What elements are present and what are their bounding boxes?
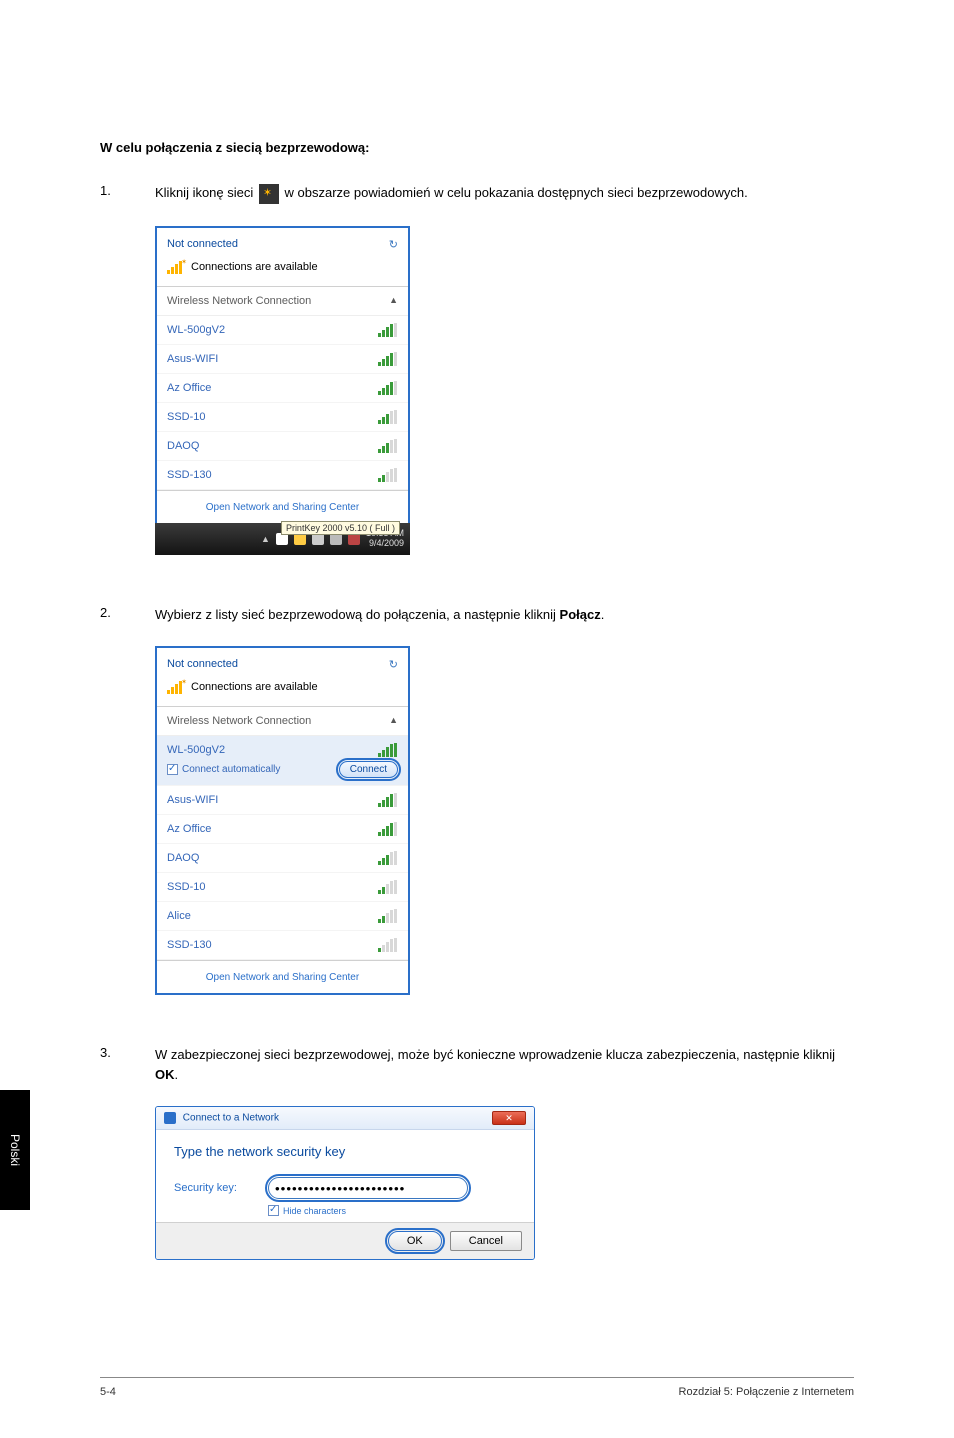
page-footer: 5-4 Rozdział 5: Połączenie z Internetem <box>100 1377 854 1398</box>
open-network-center-link[interactable]: Open Network and Sharing Center <box>206 972 359 983</box>
tray-chevron-icon[interactable]: ▲ <box>261 534 270 544</box>
network-flyout-2: Not connected ↻ Connections are availabl… <box>155 646 410 995</box>
step-text-before: W zabezpieczonej sieci bezprzewodowej, m… <box>155 1047 835 1062</box>
signal-icon <box>378 822 398 836</box>
connections-available-label: Connections are available <box>191 681 318 693</box>
signal-icon <box>378 851 398 865</box>
step-2: 2. Wybierz z listy sieć bezprzewodową do… <box>100 605 854 625</box>
network-tray-icon <box>259 184 279 204</box>
wireless-list-header[interactable]: Wireless Network Connection ▲ <box>157 287 408 316</box>
open-network-center-link[interactable]: Open Network and Sharing Center <box>206 502 359 513</box>
step-text-bold: Połącz <box>560 607 601 622</box>
security-key-dialog: Connect to a Network ✕ Type the network … <box>155 1106 535 1260</box>
network-item[interactable]: SSD-130 <box>157 461 408 490</box>
step-number: 3. <box>100 1045 155 1084</box>
network-item[interactable]: Az Office <box>157 815 408 844</box>
network-item[interactable]: WL-500gV2 <box>157 316 408 345</box>
signal-bars-icon <box>167 680 185 694</box>
flyout-title: Not connected <box>167 658 398 670</box>
step-text-after: . <box>601 607 605 622</box>
refresh-icon[interactable]: ↻ <box>389 658 398 671</box>
chevron-up-icon: ▲ <box>389 715 398 725</box>
ok-button[interactable]: OK <box>388 1231 442 1251</box>
step-text-before: Kliknij ikonę sieci <box>155 185 257 200</box>
connections-available-label: Connections are available <box>191 261 318 273</box>
network-item[interactable]: DAOQ <box>157 844 408 873</box>
cancel-button[interactable]: Cancel <box>450 1231 522 1251</box>
step-number: 2. <box>100 605 155 625</box>
signal-bars-icon <box>167 260 185 274</box>
network-item-selected[interactable]: WL-500gV2 Connect automatically Connect <box>157 736 408 786</box>
network-item[interactable]: Az Office <box>157 374 408 403</box>
signal-icon <box>378 909 398 923</box>
signal-icon <box>378 468 398 482</box>
signal-icon <box>378 323 398 337</box>
signal-icon <box>378 439 398 453</box>
network-item[interactable]: Asus-WIFI <box>157 345 408 374</box>
signal-icon <box>378 352 398 366</box>
step-text-after: . <box>175 1067 179 1082</box>
chapter-title: Rozdział 5: Połączenie z Internetem <box>679 1386 854 1398</box>
signal-icon <box>378 938 398 952</box>
signal-icon <box>378 381 398 395</box>
security-key-input[interactable] <box>268 1177 468 1199</box>
connect-auto-label: Connect automatically <box>182 764 280 775</box>
step-text-bold: OK <box>155 1067 175 1082</box>
step-number: 1. <box>100 183 155 204</box>
page-number: 5-4 <box>100 1386 116 1398</box>
connect-button[interactable]: Connect <box>339 761 398 778</box>
close-button[interactable]: ✕ <box>492 1111 526 1125</box>
wireless-list-header[interactable]: Wireless Network Connection ▲ <box>157 707 408 736</box>
flyout-title: Not connected <box>167 238 398 250</box>
hide-characters-checkbox[interactable] <box>268 1205 279 1216</box>
signal-icon <box>378 743 398 757</box>
network-item[interactable]: SSD-10 <box>157 873 408 902</box>
signal-icon <box>378 410 398 424</box>
security-key-label: Security key: <box>174 1182 254 1194</box>
network-flyout-1: Not connected ↻ Connections are availabl… <box>155 226 410 555</box>
dialog-title: Connect to a Network <box>183 1113 279 1124</box>
signal-icon <box>378 793 398 807</box>
refresh-icon[interactable]: ↻ <box>389 238 398 251</box>
network-item[interactable]: Alice <box>157 902 408 931</box>
network-item[interactable]: SSD-10 <box>157 403 408 432</box>
chevron-up-icon: ▲ <box>389 295 398 305</box>
step-3: 3. W zabezpieczonej sieci bezprzewodowej… <box>100 1045 854 1084</box>
signal-icon <box>378 880 398 894</box>
connect-auto-checkbox[interactable] <box>167 764 178 775</box>
step-text-before: Wybierz z listy sieć bezprzewodową do po… <box>155 607 560 622</box>
dialog-heading: Type the network security key <box>174 1144 516 1159</box>
section-heading: W celu połączenia z siecią bezprzewodową… <box>100 140 854 155</box>
dialog-icon <box>164 1112 176 1124</box>
tooltip: PrintKey 2000 v5.10 ( Full ) <box>281 521 400 535</box>
step-text-after: w obszarze powiadomień w celu pokazania … <box>285 185 748 200</box>
network-item[interactable]: SSD-130 <box>157 931 408 960</box>
step-1: 1. Kliknij ikonę sieci w obszarze powiad… <box>100 183 854 204</box>
hide-characters-label: Hide characters <box>283 1206 346 1216</box>
network-item[interactable]: Asus-WIFI <box>157 786 408 815</box>
network-item[interactable]: DAOQ <box>157 432 408 461</box>
